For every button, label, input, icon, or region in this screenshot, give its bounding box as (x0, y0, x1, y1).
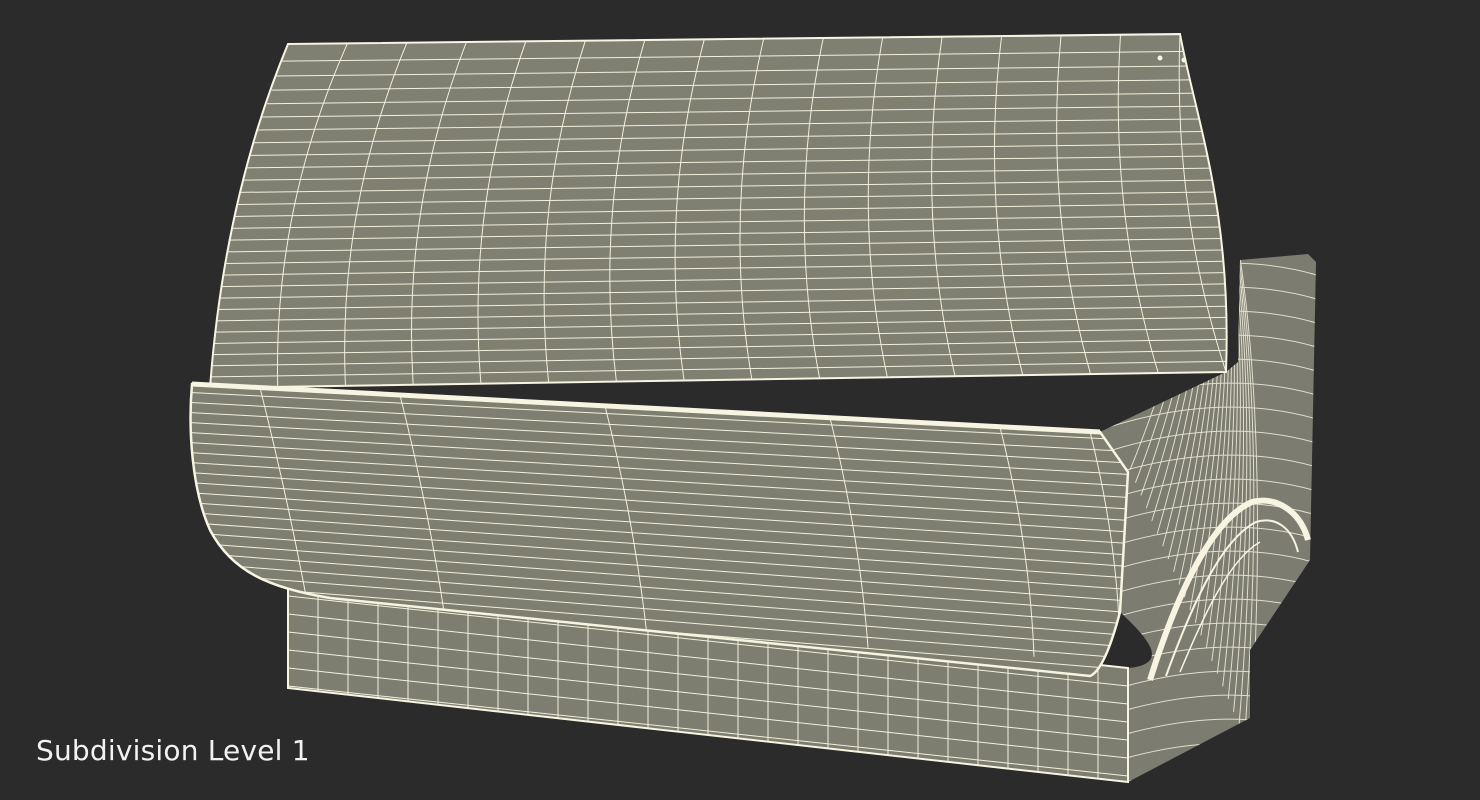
subdivision-level-label: Subdivision Level 1 (36, 734, 310, 767)
wireframe-model-render (189, 32, 1316, 784)
curved-top-cover (208, 32, 1228, 390)
render-viewport: Subdivision Level 1 (0, 0, 1480, 800)
